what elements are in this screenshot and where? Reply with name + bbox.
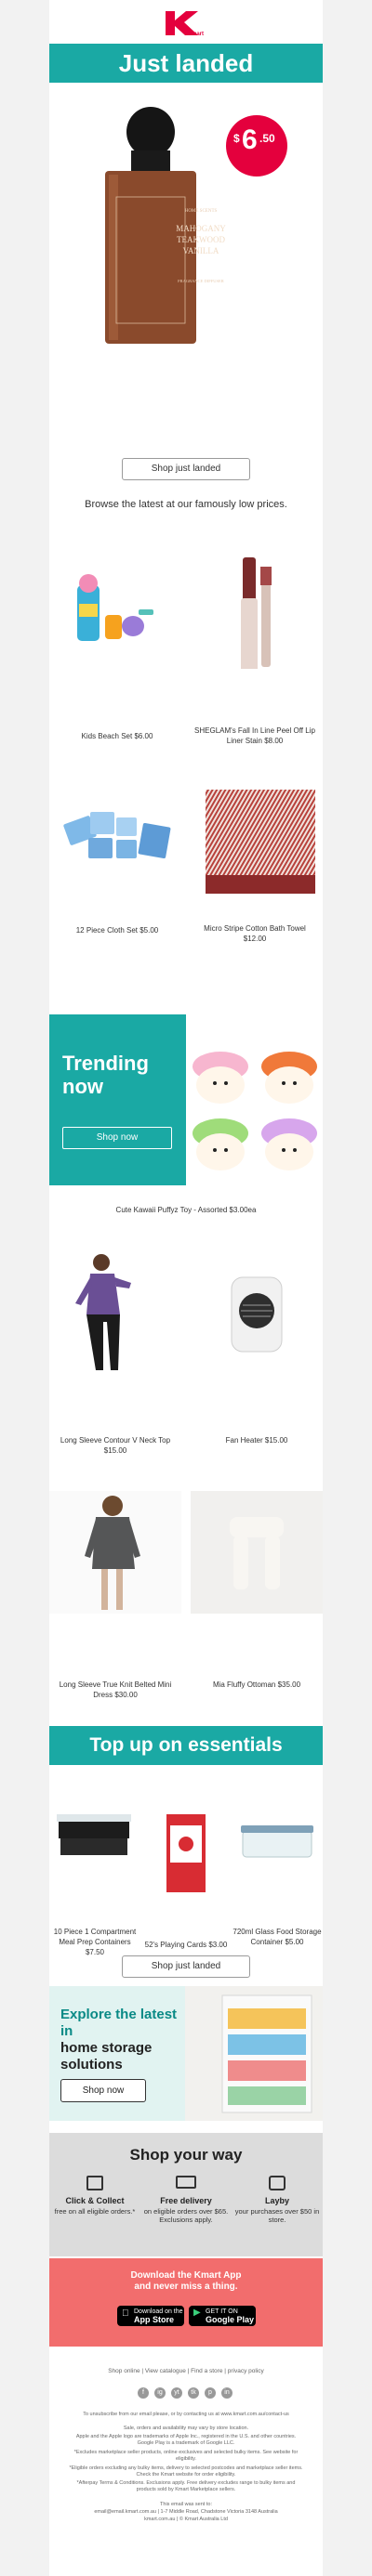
apple-icon:  [122,2309,129,2319]
email-body: mart Just landed HOME SCENTS MAHOGANY TE… [49,0,323,2576]
delivery-truck-icon [176,2176,196,2189]
instagram-icon[interactable]: ig [154,2387,166,2399]
layby-bag-icon [269,2176,286,2190]
footer-fine-print: Sale, orders and availability may vary b… [123,2426,249,2431]
product-caption: SHEGLAM's Fall In Line Peel Off Lip Line… [194,726,315,745]
essentials-banner: Top up on essentials [49,1726,323,1765]
product-caption: 720ml Glass Food Storage Container $5.00 [232,1928,322,1946]
option-subtitle: your purchases over $50 in store. [234,2207,320,2224]
option-subtitle: free on all eligible orders.* [54,2207,136,2216]
product-caption: 52's Playing Cards $3.00 [144,1941,228,1949]
product-image-vneck-top[interactable] [49,1249,181,1372]
storage-heading-line2: home storage solutions [60,2040,153,2073]
product-image-lip-liner[interactable] [194,557,315,674]
essentials-shop-button[interactable]: Shop just landed [122,1955,250,1978]
google-play-button[interactable]: ▶ GET IT ON Google Play [189,2306,256,2326]
puffyz-toys-image[interactable] [189,1024,323,1182]
storage-shop-now-button[interactable]: Shop now [60,2079,146,2102]
bottle-label-brand: HOME SCENTS [184,209,218,214]
price-badge: $ 6 .50 [226,115,287,177]
click-collect-option[interactable]: Click & Collect free on all eligible ord… [49,2176,140,2216]
linkedin-icon[interactable]: in [221,2387,232,2399]
footer-fine-print: Apple and the Apple logo are trademarks … [75,2434,297,2446]
app-download-section: Download the Kmart App and never miss a … [49,2258,323,2347]
app-heading: Download the Kmart App and never miss a … [49,2270,323,2293]
trending-caption: Cute Kawaii Puffyz Toy - Assorted $3.00e… [115,1206,257,1214]
app-store-button[interactable]:  Download on the App Store [117,2306,184,2326]
footer-fine-print[interactable]: email@email.kmart.com.au | 1-7 Middle Ro… [68,2509,304,2516]
option-title: Free delivery [160,2196,212,2205]
shop-your-way-section: Shop your way Click & Collect free on al… [49,2133,323,2256]
product-image-meal-prep[interactable] [51,1807,139,1877]
footer-fine-print: *Afterpay Terms & Conditions. Exclusions… [76,2480,296,2492]
product-caption: Kids Beach Set $6.00 [81,732,153,740]
product-grid-1: Kids Beach Set $6.00 SHEGLAM's Fall In L… [49,557,323,1040]
tiktok-icon[interactable]: tk [188,2387,199,2399]
tagline: Browse the latest at our famously low pr… [85,499,287,510]
product-caption: Long Sleeve Contour V Neck Top $15.00 [60,1436,171,1455]
option-title: Click & Collect [65,2196,125,2205]
kmart-logo[interactable]: mart [49,7,323,39]
google-play-big: Google Play [206,2315,255,2324]
youtube-icon[interactable]: yt [171,2387,182,2399]
free-delivery-option[interactable]: Free delivery on eligible orders over $6… [140,2176,232,2224]
product-image-glass-container[interactable] [232,1807,323,1877]
footer-fine-print: *Eligible orders excluding any bulky ite… [69,2465,303,2478]
facebook-icon[interactable]: f [138,2387,149,2399]
svg-text:mart: mart [192,32,204,37]
bottle-label-type: FRAGRANCE DIFFUSER [178,279,224,283]
product-image-playing-cards[interactable] [142,1807,230,1896]
product-caption: Mia Fluffy Ottoman $35.00 [212,1680,301,1689]
app-heading-line2: and never miss a thing. [134,2282,238,2292]
product-caption: Long Sleeve True Knit Belted Mini Dress … [59,1680,172,1699]
trending-panel: Trending now Shop now [49,1014,186,1185]
product-caption: 12 Piece Cloth Set $5.00 [75,926,159,935]
app-store-big: App Store [134,2315,175,2324]
option-subtitle: on eligible orders over $65. Exclusions … [143,2207,229,2224]
price-main: 6 [242,124,258,155]
product-image-towel[interactable] [194,782,315,903]
product-image-ottoman[interactable] [191,1491,323,1614]
bottle-label-scent: MAHOGANY TEAKWOOD VANILLA [176,224,226,255]
shop-just-landed-button[interactable]: Shop just landed [122,458,250,480]
play-icon: ▶ [193,2308,201,2318]
product-caption: Micro Stripe Cotton Bath Towel $12.00 [204,924,306,943]
product-image-cloth-set[interactable] [57,782,178,903]
price-cents: .50 [259,132,275,145]
footer-fine-print: To unsubscribe from our email please, or… [83,2412,289,2417]
footer-links[interactable]: Shop online | View catalogue | Find a st… [49,2368,323,2374]
just-landed-banner: Just landed [49,44,323,83]
storage-promo: Explore the latest in home storage solut… [49,1986,323,2121]
layby-option[interactable]: Layby your purchases over $50 in store. [232,2176,323,2224]
footer-fine-print: *Excludes marketplace seller products, o… [73,2450,299,2462]
app-heading-line1: Download the Kmart App [130,2270,242,2281]
storage-shelf-image[interactable] [185,1986,323,2121]
product-caption: 10 Piece 1 Compartment Meal Prep Contain… [53,1928,137,1956]
storage-heading: Explore the latest in home storage solut… [60,2007,181,2073]
option-title: Layby [264,2196,289,2205]
product-image-beach-set[interactable] [57,557,178,669]
storage-heading-line1: Explore the latest in [60,2007,178,2039]
click-collect-icon [86,2176,103,2190]
trending-title: Trending now [62,1052,149,1098]
footer-fine-print: This email was sent to: [160,2502,212,2507]
price-dollar: $ [233,132,240,145]
product-image-fan-heater[interactable] [191,1249,323,1372]
pinterest-icon[interactable]: p [205,2387,216,2399]
product-caption: Fan Heater $15.00 [225,1436,288,1445]
product-image-knit-dress[interactable] [49,1491,181,1614]
trending-shop-now-button[interactable]: Shop now [62,1127,172,1149]
shop-way-title: Shop your way [129,2146,243,2164]
footer-fine-print[interactable]: kmart.com.au | © Kmart Australia Ltd [68,2517,304,2523]
